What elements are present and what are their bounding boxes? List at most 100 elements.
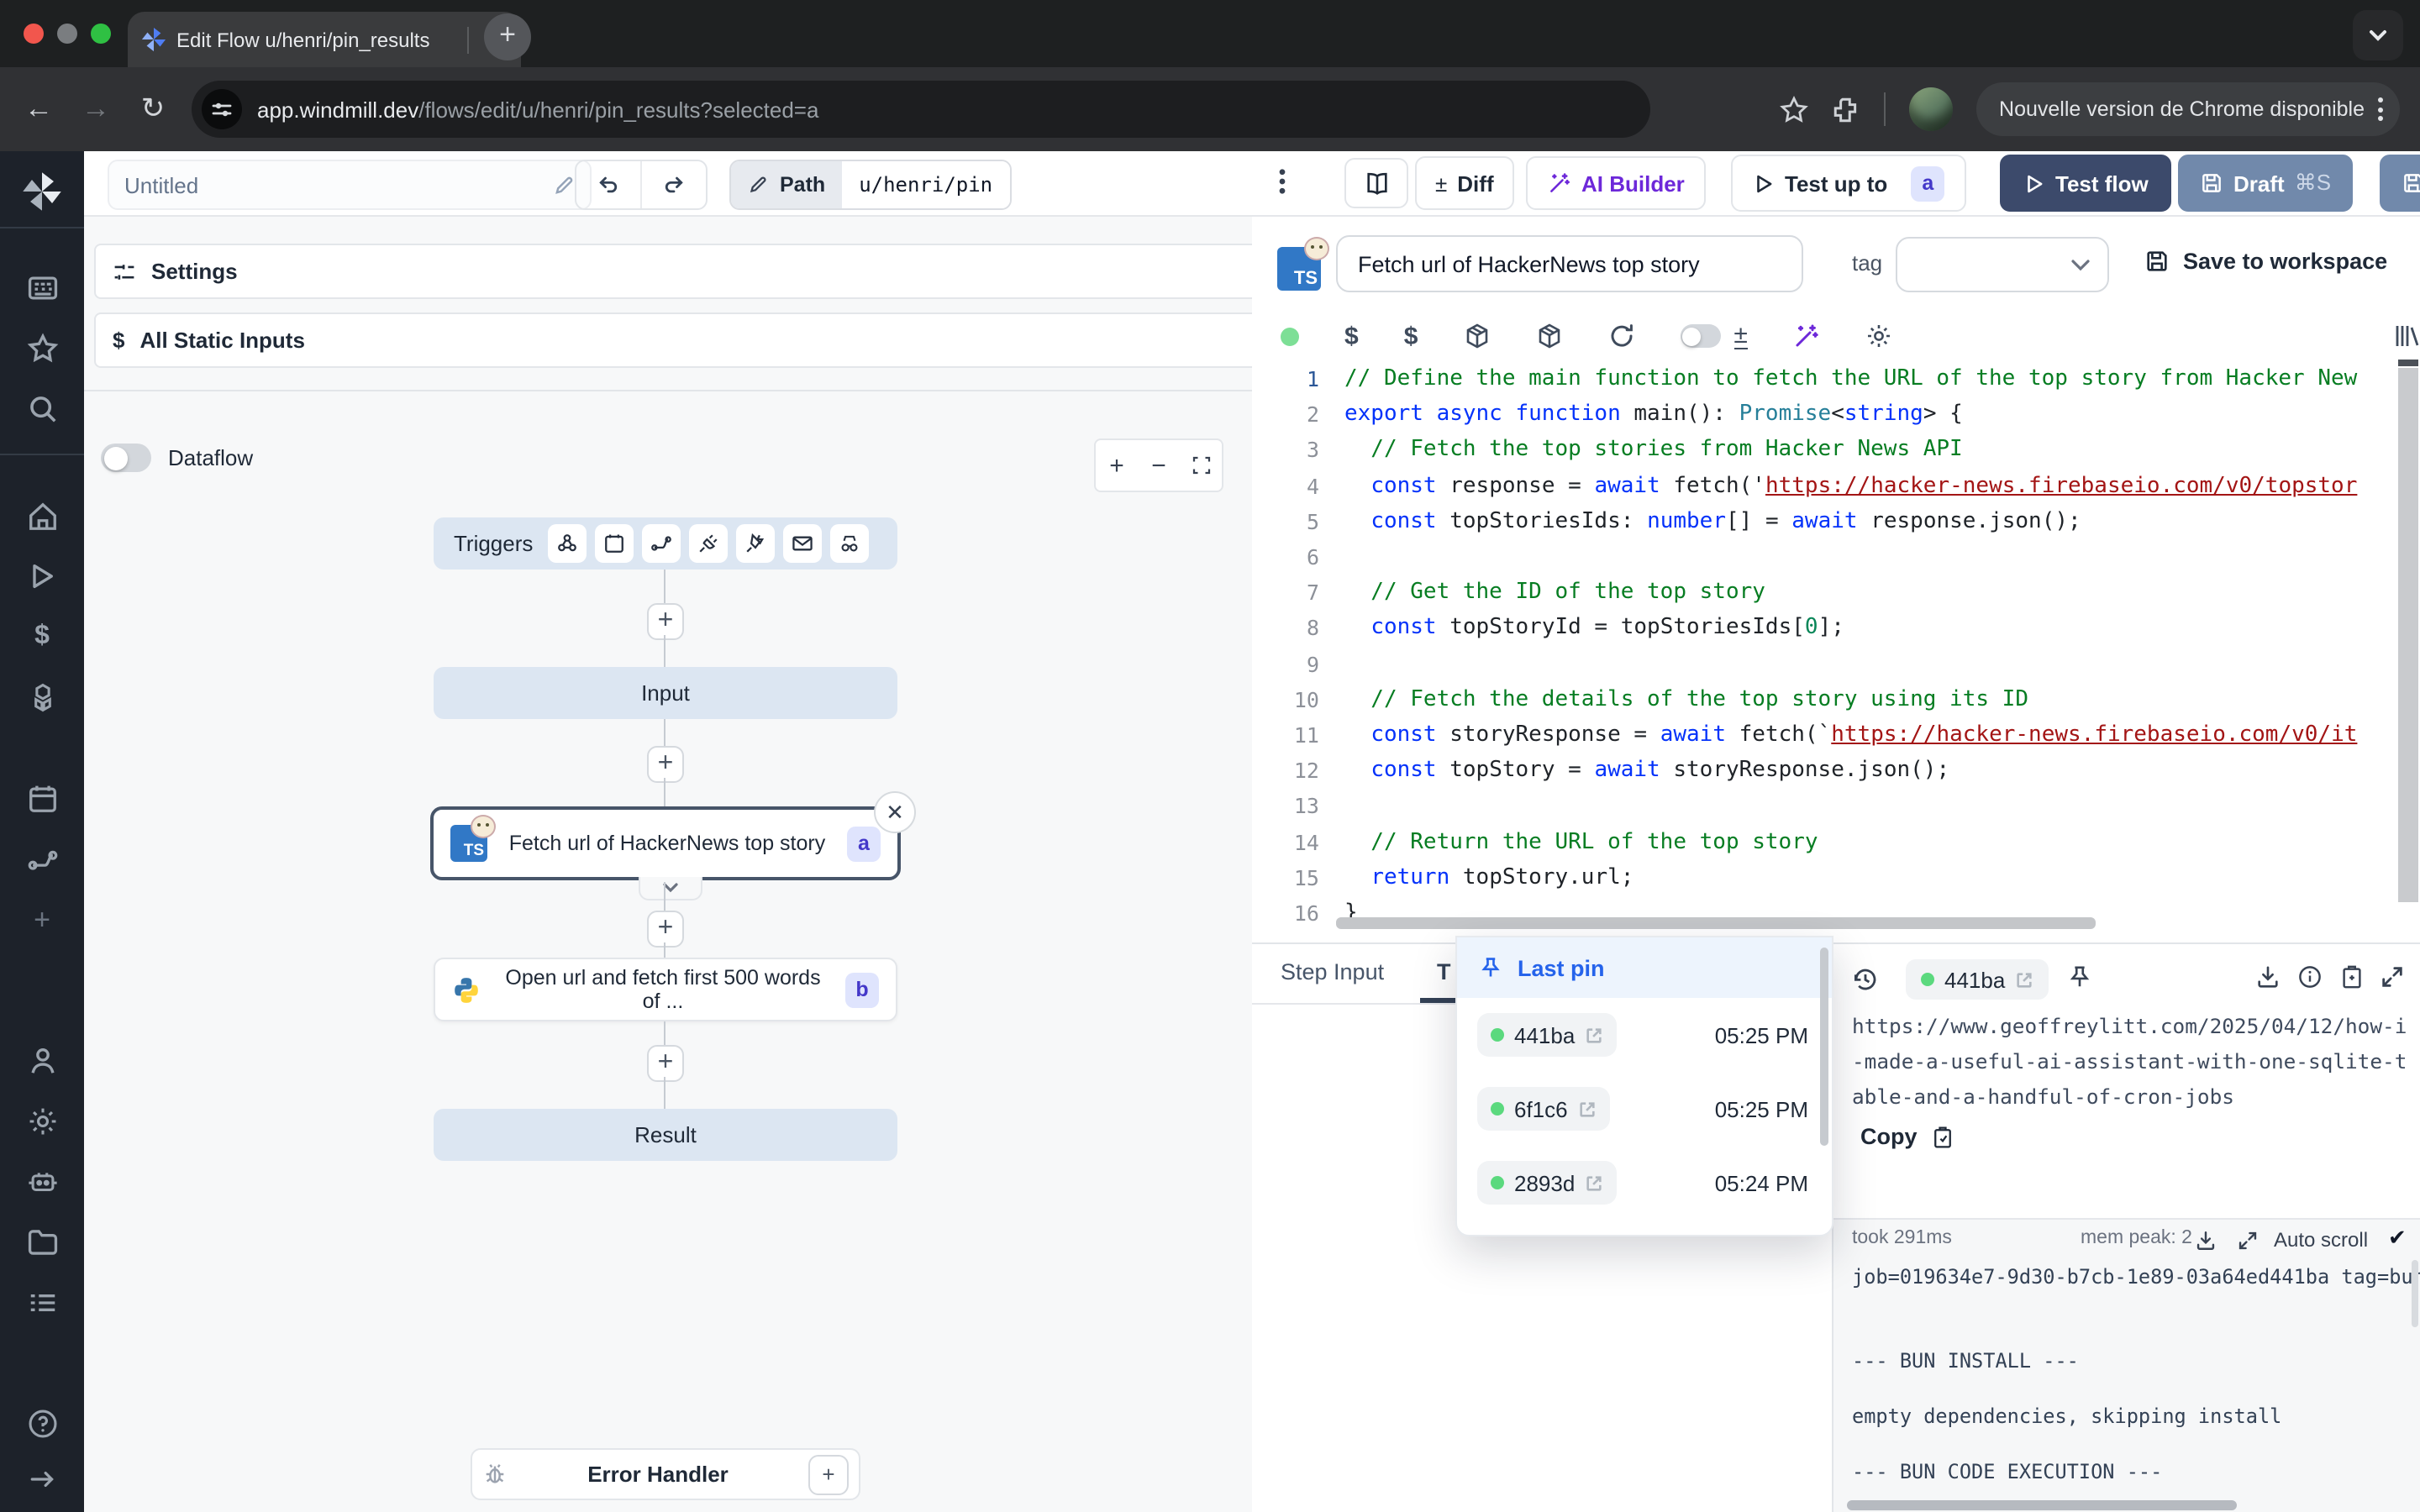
history-icon[interactable] (1852, 966, 1879, 993)
diff-mode-toggle[interactable] (1680, 324, 1720, 348)
workspace-card-icon[interactable] (0, 272, 84, 304)
test-flow-button[interactable]: Test flow (2000, 155, 2172, 212)
external-link-icon[interactable] (2015, 970, 2033, 989)
code-line[interactable]: 13 (1252, 789, 2420, 824)
editor-vertical-scrollbar[interactable] (2396, 365, 2420, 922)
code-line[interactable]: 9 (1252, 646, 2420, 681)
add-step-button[interactable]: + (647, 1045, 684, 1082)
input-node[interactable]: Input (434, 667, 897, 719)
flow-name-field[interactable]: Untitled (108, 160, 592, 210)
expand-arrow-icon[interactable] (0, 1465, 84, 1494)
traffic-light-close[interactable] (24, 24, 44, 44)
zoom-in-button[interactable]: + (1096, 451, 1138, 480)
docs-book-button[interactable] (1344, 158, 1408, 208)
code-editor[interactable]: 1// Define the main function to fetch th… (1252, 361, 2420, 929)
settings-gear-icon[interactable] (0, 1105, 84, 1137)
step-name-input[interactable] (1336, 235, 1803, 292)
result-hash-chip[interactable]: 441ba (1906, 959, 2049, 1000)
package-box-icon[interactable] (1463, 323, 1490, 349)
info-icon[interactable] (2297, 964, 2323, 990)
traffic-light-minimize[interactable] (57, 24, 77, 44)
external-link-icon[interactable] (1585, 1173, 1603, 1192)
search-icon[interactable] (0, 393, 84, 425)
tab-search-chevron[interactable] (2353, 10, 2403, 60)
windmill-logo[interactable] (0, 170, 84, 213)
webhook-icon[interactable] (548, 524, 587, 563)
undo-button[interactable] (576, 161, 642, 208)
path-chip[interactable]: Path u/henri/pin (729, 160, 1011, 210)
pin-list-item[interactable]: 2893d 05:24 PM (1457, 1146, 1832, 1220)
add-step-button[interactable]: + (647, 746, 684, 783)
code-line[interactable]: 14 // Return the URL of the top story (1252, 824, 2420, 859)
home-icon[interactable] (0, 501, 84, 533)
code-line[interactable]: 7 // Get the ID of the top story (1252, 575, 2420, 610)
pin-list-item[interactable]: 441ba 05:25 PM (1457, 998, 1832, 1072)
library-shelf-icon[interactable] (2393, 323, 2420, 349)
email-envelope-icon[interactable] (783, 524, 822, 563)
draft-button[interactable]: Draft ⌘S (2178, 155, 2353, 212)
pin-list-item[interactable]: 1e4ab 05:21 PM (1457, 1220, 1832, 1236)
expand-fullscreen-icon[interactable] (2380, 964, 2405, 990)
logs-vertical-scrollbar[interactable] (2412, 1260, 2418, 1327)
back-icon[interactable]: ← (10, 92, 67, 126)
fit-view-button[interactable] (1180, 455, 1222, 475)
routes-flow-icon[interactable] (0, 843, 84, 875)
remove-step-icon[interactable]: ✕ (874, 791, 916, 833)
reload-icon[interactable]: ↻ (124, 92, 182, 126)
more-options-icon[interactable] (1270, 166, 1294, 197)
kafka-plug-bolt-icon[interactable] (736, 524, 775, 563)
code-line[interactable]: 3 // Fetch the top stories from Hacker N… (1252, 433, 2420, 468)
site-info-icon[interactable] (202, 89, 242, 129)
traffic-light-zoom[interactable] (91, 24, 111, 44)
code-line[interactable]: 6 (1252, 539, 2420, 575)
pin-hash-chip[interactable]: 2893d (1477, 1161, 1617, 1205)
runs-play-icon[interactable] (0, 561, 84, 591)
code-line[interactable]: 8 const topStoryId = topStoriesIds[0]; (1252, 611, 2420, 646)
chrome-update-button[interactable]: Nouvelle version de Chrome disponible (1975, 82, 2400, 136)
schedule-calendar-icon[interactable] (595, 524, 634, 563)
save-to-workspace-button[interactable]: Save to workspace (2144, 249, 2387, 274)
package-box-icon[interactable] (1535, 323, 1562, 349)
tab-step-input[interactable]: Step Input (1281, 959, 1384, 984)
triggers-node[interactable]: Triggers (434, 517, 897, 570)
clipboard-icon[interactable] (2339, 964, 2365, 990)
tab-test-partial[interactable]: T (1437, 959, 1451, 984)
test-up-to-button[interactable]: Test up to a (1731, 155, 1966, 212)
add-step-button[interactable]: + (647, 603, 684, 640)
websocket-plug-icon[interactable] (689, 524, 728, 563)
download-icon[interactable] (2255, 964, 2281, 990)
tag-select[interactable] (1896, 237, 2109, 292)
new-tab-button[interactable]: + (484, 13, 531, 60)
error-handler-node[interactable]: Error Handler + (471, 1448, 860, 1500)
logs-horizontal-scrollbar[interactable] (1847, 1500, 2237, 1510)
add-error-handler-button[interactable]: + (808, 1454, 849, 1494)
result-url[interactable]: https://www.geoffreylitt.com/2025/04/12/… (1852, 1010, 2413, 1116)
step-b-node[interactable]: Open url and fetch first 500 words of ..… (434, 958, 897, 1021)
bookmark-star-icon[interactable] (1779, 95, 1807, 123)
test-up-to-step-badge[interactable]: a (1911, 165, 1944, 201)
code-line[interactable]: 5 const topStoriesIds: number[] = await … (1252, 504, 2420, 539)
resource-dollar-icon[interactable]: $ (1404, 322, 1418, 350)
code-line[interactable]: 1// Define the main function to fetch th… (1252, 361, 2420, 396)
download-logs-icon[interactable] (2195, 1230, 2217, 1252)
add-step-button[interactable]: + (647, 911, 684, 948)
user-person-icon[interactable] (0, 1045, 84, 1077)
audit-logs-list-icon[interactable] (0, 1287, 84, 1319)
dropdown-scrollbar[interactable] (1820, 948, 1828, 1146)
step-a-node[interactable]: TS Fetch url of HackerNews top story a ✕ (430, 806, 901, 880)
pin-hash-chip[interactable]: 441ba (1477, 1013, 1617, 1057)
resources-cubes-icon[interactable] (0, 682, 84, 714)
autoscroll-checkbox[interactable]: ✔ (2388, 1225, 2407, 1252)
help-circle-icon[interactable] (0, 1408, 84, 1440)
workers-robot-icon[interactable] (0, 1166, 84, 1198)
http-route-icon[interactable] (642, 524, 681, 563)
variable-dollar-icon[interactable]: $ (1344, 322, 1359, 350)
pin-hash-chip[interactable]: 1e4ab (1477, 1235, 1617, 1236)
zoom-out-button[interactable]: − (1138, 451, 1180, 480)
copy-button[interactable]: Copy (1860, 1124, 1954, 1149)
ai-wand-icon[interactable] (1793, 323, 1820, 349)
reload-icon[interactable] (1607, 323, 1634, 349)
expand-step-chevron[interactable] (639, 877, 702, 900)
extensions-icon[interactable] (1831, 95, 1860, 123)
external-link-icon[interactable] (1585, 1026, 1603, 1044)
